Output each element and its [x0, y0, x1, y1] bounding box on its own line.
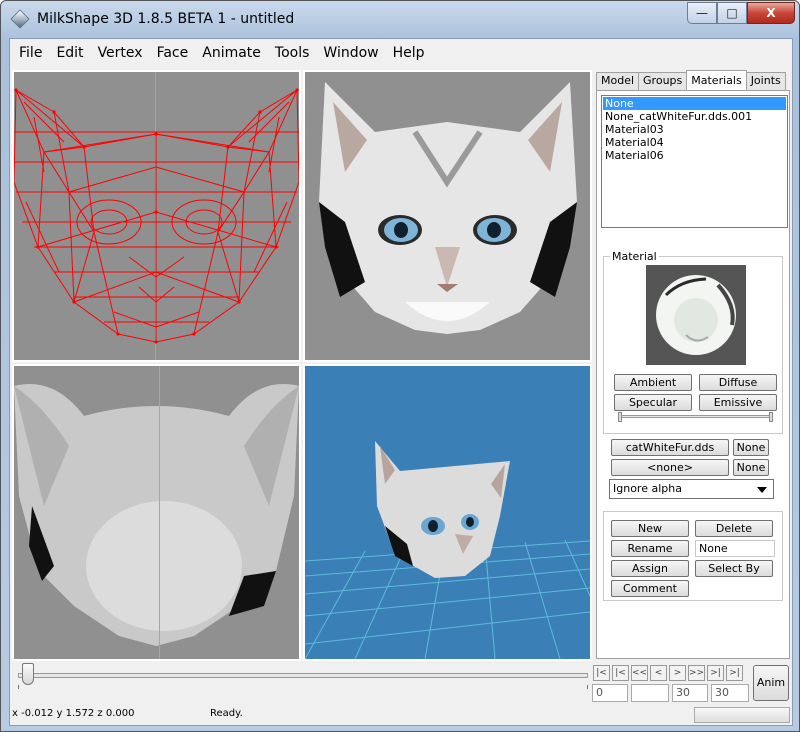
cursor-coordinates: x -0.012 y 1.572 z 0.000 [12, 708, 135, 719]
cat-head-back-render [14, 384, 299, 646]
material-list-item[interactable]: None_catWhiteFur.dds.001 [603, 110, 786, 123]
material-properties-group: Material Ambient Diffuse Specular Emissi… [603, 250, 783, 434]
tab-materials[interactable]: Materials [686, 70, 747, 90]
timeline-slider-thumb[interactable] [22, 663, 34, 685]
chevron-down-icon [757, 487, 767, 493]
alpha-map-button[interactable]: <none> [611, 459, 729, 476]
cat-head-front-render [319, 82, 577, 334]
menu-face[interactable]: Face [150, 45, 196, 61]
diffuse-button[interactable]: Diffuse [699, 374, 777, 391]
rename-material-button[interactable]: Rename [611, 540, 689, 557]
start-frame-field[interactable] [631, 684, 669, 702]
material-actions-group: New Delete Rename None Assign Select By … [603, 511, 783, 601]
current-frame-field[interactable]: 0 [592, 684, 628, 702]
viewport-front-wireframe[interactable] [12, 70, 301, 362]
material-list-item[interactable]: None [603, 97, 786, 110]
menu-tools[interactable]: Tools [268, 45, 317, 61]
shininess-slider[interactable] [618, 415, 773, 418]
total-frames-field[interactable]: 30 [711, 684, 749, 702]
menu-file[interactable]: File [12, 45, 49, 61]
texture-none-button[interactable]: None [733, 439, 769, 456]
texture-button[interactable]: catWhiteFur.dds [611, 439, 729, 456]
close-button[interactable]: X [747, 2, 795, 24]
rewind-button[interactable]: << [631, 665, 648, 681]
assign-material-button[interactable]: Assign [611, 560, 689, 577]
alpha-none-button[interactable]: None [733, 459, 769, 476]
emissive-button[interactable]: Emissive [699, 394, 777, 411]
menu-animate[interactable]: Animate [195, 45, 268, 61]
menu-window[interactable]: Window [316, 45, 385, 61]
material-list-item[interactable]: Material06 [603, 149, 786, 162]
animation-timeline: |< |< << < > >> >| >| 0 30 30 Anim [10, 663, 792, 703]
anim-toggle-button[interactable]: Anim [753, 665, 789, 701]
status-message: Ready. [210, 708, 243, 719]
tab-model[interactable]: Model [596, 72, 640, 90]
side-panel: Model Groups Materials Joints None None_… [594, 68, 792, 661]
client-area: File Edit Vertex Face Animate Tools Wind… [9, 38, 793, 726]
material-preview [646, 265, 746, 365]
new-material-button[interactable]: New [611, 520, 689, 537]
viewport-perspective-3d[interactable] [303, 364, 592, 661]
perspective-grid-and-model [305, 441, 590, 659]
alpha-mode-select[interactable]: Ignore alpha [609, 479, 774, 499]
menu-vertex[interactable]: Vertex [91, 45, 150, 61]
app-window: MilkShape 3D 1.8.5 BETA 1 - untitled — □… [0, 0, 800, 732]
transparency-slider-thumb[interactable] [769, 412, 773, 422]
material-list-item[interactable]: Material04 [603, 136, 786, 149]
menu-bar: File Edit Vertex Face Animate Tools Wind… [10, 39, 792, 67]
material-list-item[interactable]: Material03 [603, 123, 786, 136]
specular-button[interactable]: Specular [614, 394, 692, 411]
delete-material-button[interactable]: Delete [695, 520, 773, 537]
end-frame-field[interactable]: 30 [672, 684, 708, 702]
viewport-area [10, 68, 592, 661]
alpha-mode-value: Ignore alpha [613, 482, 682, 495]
material-name-field[interactable]: None [695, 540, 775, 557]
prev-frame-button[interactable]: < [650, 665, 667, 681]
tab-joints[interactable]: Joints [745, 72, 786, 90]
panel-tabs: Model Groups Materials Joints [596, 70, 786, 90]
status-progress-bar [694, 707, 790, 723]
tab-groups[interactable]: Groups [638, 72, 688, 90]
viewport-back-textured[interactable] [12, 364, 301, 661]
milkshape-app-icon [10, 9, 30, 29]
timeline-ticks [18, 685, 588, 689]
first-frame-button[interactable]: |< [593, 665, 610, 681]
menu-help[interactable]: Help [386, 45, 432, 61]
fast-forward-button[interactable]: >> [688, 665, 705, 681]
ambient-button[interactable]: Ambient [614, 374, 692, 391]
prev-key-button[interactable]: |< [612, 665, 629, 681]
material-sphere-preview [656, 275, 736, 355]
cat-head-wireframe [14, 88, 299, 344]
comment-button[interactable]: Comment [611, 580, 689, 597]
status-bar: x -0.012 y 1.572 z 0.000 Ready. [10, 705, 792, 725]
title-bar[interactable]: MilkShape 3D 1.8.5 BETA 1 - untitled — □… [1, 1, 799, 37]
next-key-button[interactable]: >| [707, 665, 724, 681]
select-by-material-button[interactable]: Select By [695, 560, 773, 577]
minimize-button[interactable]: — [687, 2, 717, 24]
maximize-button[interactable]: □ [717, 2, 747, 24]
material-group-title: Material [610, 250, 659, 263]
shininess-slider-thumb[interactable] [618, 412, 622, 422]
material-list[interactable]: None None_catWhiteFur.dds.001 Material03… [601, 95, 788, 228]
materials-pane: None None_catWhiteFur.dds.001 Material03… [596, 90, 790, 659]
next-frame-button[interactable]: > [669, 665, 686, 681]
last-frame-button[interactable]: >| [726, 665, 743, 681]
vertical-axis-line [159, 366, 160, 659]
timeline-slider[interactable] [18, 673, 588, 678]
menu-edit[interactable]: Edit [49, 45, 90, 61]
window-title: MilkShape 3D 1.8.5 BETA 1 - untitled [37, 11, 295, 27]
viewport-front-textured[interactable] [303, 70, 592, 362]
